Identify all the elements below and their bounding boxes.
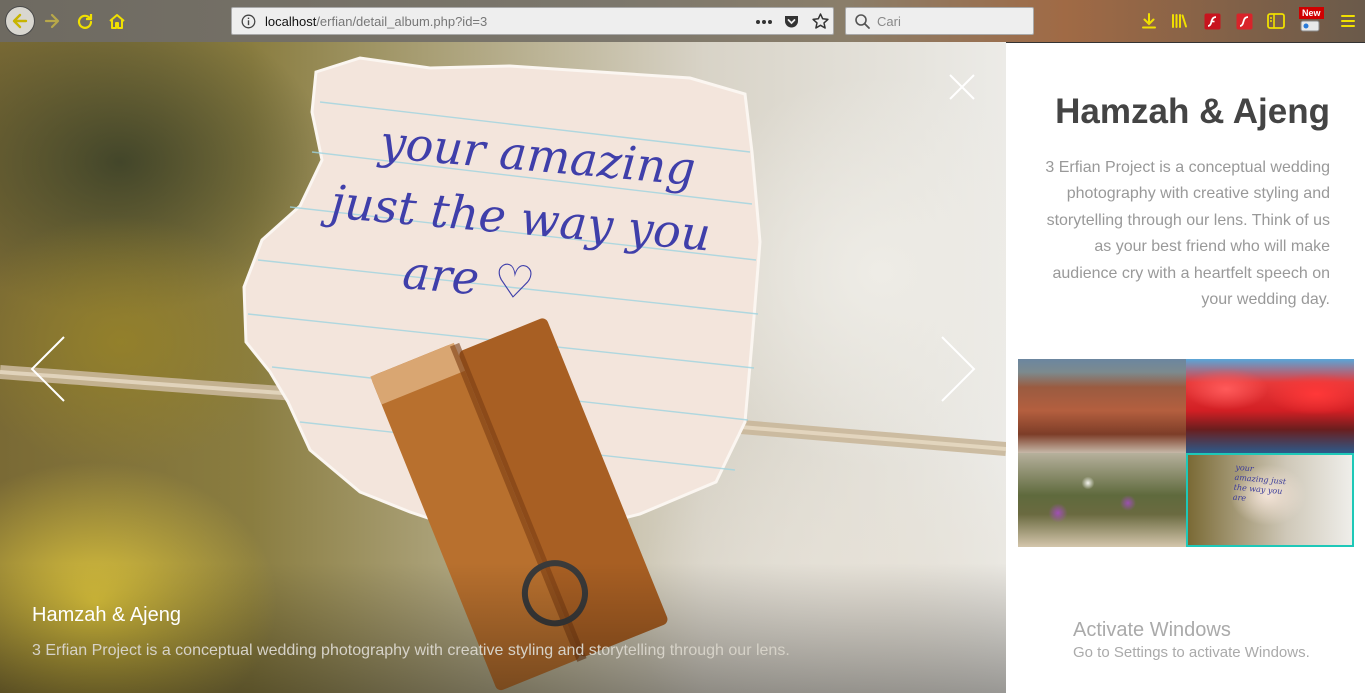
arrow-right-icon xyxy=(44,13,60,29)
url-bar[interactable]: localhost/erfian/detail_album.php?id=3 xyxy=(231,7,834,35)
note-line-3-text: are xyxy=(400,245,482,306)
home-button[interactable] xyxy=(103,7,131,35)
sidebar-button[interactable] xyxy=(1262,7,1290,35)
search-icon xyxy=(855,14,870,29)
arrow-left-icon xyxy=(12,13,28,29)
new-extension-button[interactable]: New xyxy=(1297,7,1327,35)
flash-icon xyxy=(1236,13,1252,29)
bookmark-star-icon[interactable] xyxy=(811,12,830,31)
pocket-icon[interactable] xyxy=(783,13,800,30)
sidebar-icon xyxy=(1267,13,1285,29)
search-bar[interactable]: Cari xyxy=(845,7,1034,35)
note-handwriting: your amazing just the way you are ♡ xyxy=(322,106,719,331)
thumbnail-note-text: your amazing just the way you are xyxy=(1232,462,1287,503)
home-icon xyxy=(109,14,125,29)
url-host: localhost xyxy=(265,14,317,29)
flash-extension-button[interactable] xyxy=(1198,7,1226,35)
url-text: localhost/erfian/detail_album.php?id=3 xyxy=(265,14,487,29)
pdf-extension-button[interactable] xyxy=(1230,7,1258,35)
reload-button[interactable] xyxy=(71,7,99,35)
caption-overlay xyxy=(0,563,1006,693)
new-badge: New xyxy=(1299,7,1324,19)
hamburger-menu-icon xyxy=(1341,15,1355,27)
lightbox-image: your amazing just the way you are ♡ xyxy=(0,42,1006,693)
prev-arrow-icon[interactable] xyxy=(30,335,66,403)
forward-button[interactable] xyxy=(38,7,66,35)
activate-windows-subtitle: Go to Settings to activate Windows. xyxy=(1073,644,1310,661)
downloads-button[interactable] xyxy=(1135,7,1163,35)
flash-icon xyxy=(1204,13,1220,29)
album-description: 3 Erfian Project is a conceptual wedding… xyxy=(1045,159,1330,309)
page-actions-icon[interactable] xyxy=(755,19,773,25)
album-title: Hamzah & Ajeng xyxy=(1055,92,1330,131)
back-button[interactable] xyxy=(5,6,35,36)
library-icon xyxy=(1172,14,1187,28)
lightbox-caption-description: 3 Erfian Project is a conceptual wedding… xyxy=(32,642,790,659)
lightbox-caption-title: Hamzah & Ajeng xyxy=(32,604,181,626)
thumbnail-city[interactable] xyxy=(1018,359,1186,453)
browser-toolbar: localhost/erfian/detail_album.php?id=3 C… xyxy=(0,0,1365,43)
reload-icon xyxy=(77,14,93,29)
heart-icon: ♡ xyxy=(491,252,538,311)
menu-button[interactable] xyxy=(1334,7,1362,35)
extension-icon xyxy=(1300,20,1320,32)
thumbnail-flowers[interactable] xyxy=(1018,453,1186,547)
next-arrow-icon[interactable] xyxy=(940,335,976,403)
url-path: /erfian/detail_album.php?id=3 xyxy=(316,14,488,29)
thumbnail-note-active[interactable]: your amazing just the way you are xyxy=(1186,453,1354,547)
activate-windows-title: Activate Windows xyxy=(1073,619,1231,641)
library-button[interactable] xyxy=(1165,7,1193,35)
info-icon xyxy=(241,14,256,29)
close-icon[interactable] xyxy=(948,73,976,101)
album-thumbnail-grid: your amazing just the way you are xyxy=(1018,359,1354,548)
search-input[interactable]: Cari xyxy=(877,14,901,29)
thumbnail-red-trees[interactable] xyxy=(1186,359,1354,453)
download-icon xyxy=(1142,13,1156,29)
